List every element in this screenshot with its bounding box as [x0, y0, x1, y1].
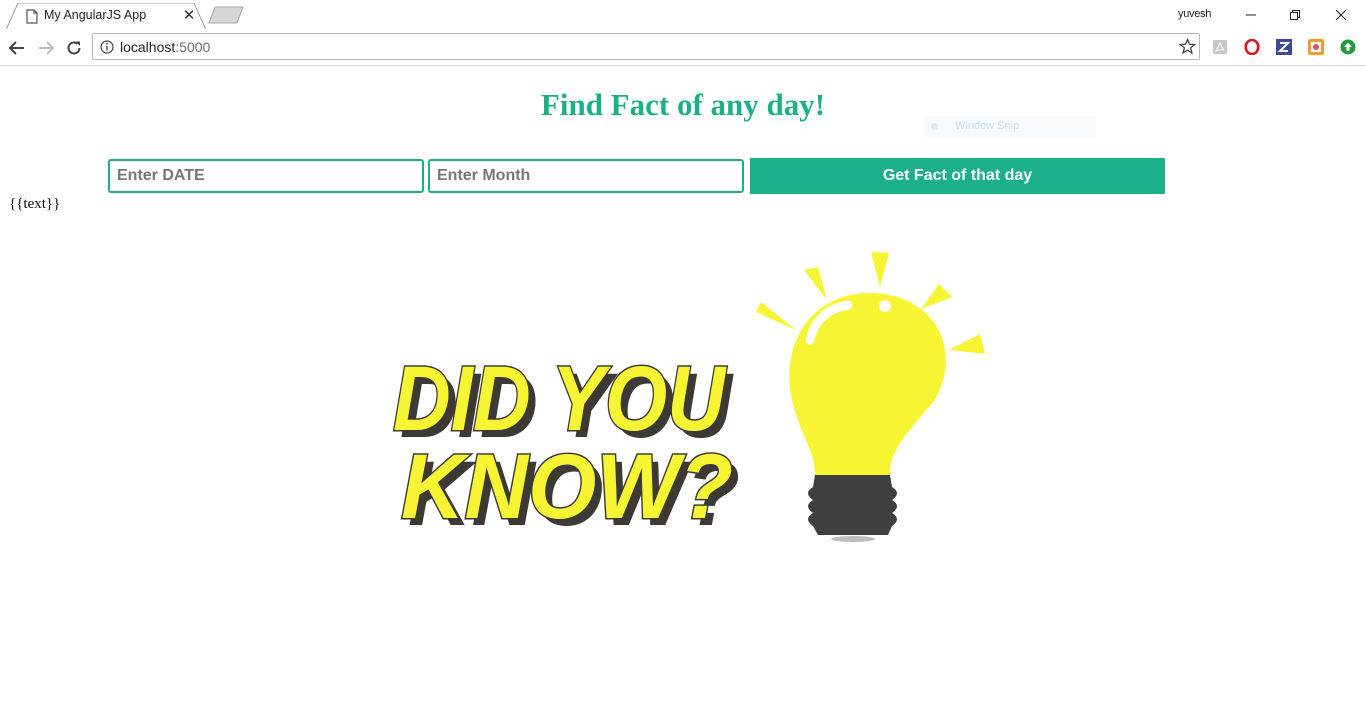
star-icon[interactable]: [1179, 38, 1196, 55]
date-input[interactable]: [108, 159, 424, 193]
did-you-know-image: DID YOU KNOW? DID YOU KNOW?: [392, 252, 985, 545]
z-extension-icon[interactable]: [1275, 38, 1293, 56]
minimize-button[interactable]: [1228, 0, 1274, 29]
photo-extension-icon[interactable]: [1307, 38, 1325, 56]
month-input[interactable]: [428, 159, 744, 193]
opera-icon: [1244, 39, 1260, 55]
restore-button[interactable]: [1272, 0, 1318, 29]
snip-dot-icon: [931, 123, 938, 130]
did-you-text: DID YOU: [393, 348, 727, 450]
new-tab-button[interactable]: [208, 6, 244, 24]
window-snip-overlay: Window Snip: [923, 116, 1096, 137]
restore-icon: [1290, 9, 1300, 20]
photo-icon: [1308, 39, 1324, 55]
close-window-button[interactable]: [1318, 0, 1364, 29]
browser-tab[interactable]: My AngularJS App ✕: [6, 3, 206, 30]
minimize-icon: [1246, 14, 1256, 15]
address-bar[interactable]: localhost:5000: [92, 33, 1200, 60]
back-button[interactable]: [6, 37, 28, 59]
arrow-right-icon: [39, 41, 55, 55]
url-text[interactable]: localhost:5000: [120, 39, 210, 55]
url-port: :5000: [175, 39, 211, 55]
page-title: Find Fact of any day!: [540, 87, 826, 122]
light-bulb-icon: [756, 252, 985, 542]
arrow-up-circle-icon: [1340, 39, 1356, 55]
reload-icon: [67, 41, 81, 55]
pdf-extension-icon[interactable]: [1211, 38, 1229, 56]
tab-close-icon[interactable]: ✕: [182, 8, 196, 23]
page-content: Find Fact of any day! Window Snip Get Fa…: [0, 67, 1366, 728]
url-host: localhost: [120, 39, 176, 55]
forward-button[interactable]: [35, 37, 57, 59]
opera-extension-icon[interactable]: [1243, 38, 1261, 56]
snip-label: Window Snip: [955, 120, 1020, 132]
page-icon: [26, 9, 38, 24]
upload-extension-icon[interactable]: [1339, 38, 1357, 56]
arrow-left-icon: [8, 41, 24, 55]
title-bar: My AngularJS App ✕ yuvesh: [0, 0, 1366, 30]
close-icon: [1335, 9, 1347, 20]
browser-toolbar: localhost:5000: [0, 29, 1366, 66]
tab-title: My AngularJS App: [44, 8, 147, 22]
z-letter-icon: [1276, 39, 1292, 55]
know-text: KNOW?: [401, 436, 733, 538]
info-icon[interactable]: [100, 40, 114, 54]
profile-name[interactable]: yuvesh: [1178, 8, 1211, 20]
get-fact-button[interactable]: Get Fact of that day: [750, 158, 1165, 194]
pdf-icon: [1213, 40, 1227, 54]
reload-button[interactable]: [63, 37, 85, 59]
fact-output: {{text}}: [9, 196, 61, 212]
